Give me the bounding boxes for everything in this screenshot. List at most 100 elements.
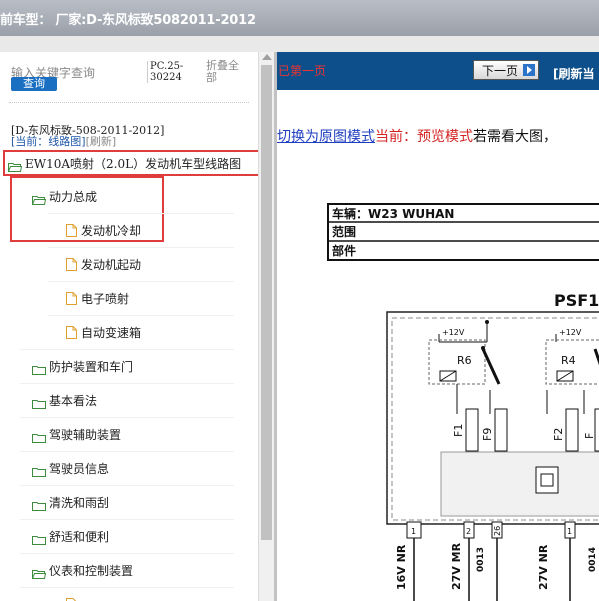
fuse-f2-label: F2 (552, 428, 565, 441)
wire-label-16v: 16V NR (395, 544, 408, 590)
folder-icon (32, 532, 46, 545)
tree-item-automatic-transmission[interactable]: 自动变速箱 (66, 323, 141, 341)
document-icon (66, 326, 77, 339)
folder-icon (32, 464, 46, 477)
refresh-link[interactable]: [刷新] (86, 135, 117, 148)
tree-item-driver-info[interactable]: 驾驶员信息 (32, 459, 109, 477)
mode-hint: 若需看大图， (473, 129, 557, 145)
tree-item-driver-assist[interactable]: 驾驶辅助装置 (32, 425, 121, 443)
separator (9, 102, 249, 103)
scroll-up-arrow-icon[interactable] (262, 54, 272, 60)
wires: 16V NR 27V MR 0013 27V NR 0014 (395, 538, 598, 601)
tree-root-label: EW10A喷射（2.0L）发动机车型线路图 (25, 156, 242, 171)
content-toolbar: 已第一页 下一页 [刷新当 (277, 52, 599, 90)
tree-item-engine-start[interactable]: 发动机起动 (66, 255, 141, 273)
tree-item-cut-off (66, 595, 81, 601)
tree-item-label: 发动机冷却 (81, 223, 142, 238)
folder-open-icon (7, 159, 23, 172)
relay-r4-label: R4 (561, 354, 576, 367)
tree-item-wash-wipe[interactable]: 清洗和雨刮 (32, 493, 109, 511)
tree-item-label: 自动变速箱 (81, 325, 142, 340)
current-mode-label: 当前：预览模式 (375, 129, 473, 145)
current-view-line: [当前：线路图][刷新] (11, 133, 116, 149)
switch-original-mode-link[interactable]: 切换为原图模式 (277, 129, 375, 145)
wire-label-27v-mr: 27V MR (450, 542, 463, 590)
sidebar-scrollbar[interactable] (258, 52, 275, 601)
mode-line: 切换为原图模式当前：预览模式若需看大图， (277, 126, 557, 146)
row-divider (20, 485, 234, 486)
vehicle-label: 车辆：W23 WUHAN (332, 206, 454, 221)
content-pane: 已第一页 下一页 [刷新当 切换为原图模式当前：预览模式若需看大图， 车辆：W2… (277, 52, 599, 601)
document-icon (66, 292, 77, 305)
svg-text:+12V: +12V (559, 328, 582, 337)
fuse-f1-label: F1 (452, 424, 465, 437)
tree-item-label: 发动机起动 (81, 257, 142, 272)
svg-text:1: 1 (411, 527, 416, 536)
document-icon (66, 224, 77, 237)
svg-text:1: 1 (567, 527, 572, 536)
search-button[interactable]: 查询 (11, 77, 57, 91)
tree-item-label: 仪表和控制装置 (49, 563, 134, 578)
tree-item-label: 基本看法 (49, 393, 98, 408)
refresh-current-link[interactable]: [刷新当 (553, 65, 595, 82)
svg-text:+12V: +12V (442, 328, 465, 337)
scroll-thumb[interactable] (261, 65, 272, 540)
tree-item-basics[interactable]: 基本看法 (32, 391, 97, 409)
pc-code: PC.25-30224 (147, 61, 198, 83)
folder-icon (32, 396, 46, 409)
folder-icon (32, 362, 46, 375)
current-vehicle-title: 前车型： 厂家:D-东风标致5082011-2012 (0, 13, 256, 28)
row-divider (48, 315, 234, 316)
tree-item-label: 驾驶员信息 (49, 461, 110, 476)
next-page-button[interactable]: 下一页 (473, 60, 539, 80)
wiring-diagram[interactable]: 车辆：W23 WUHAN 范围 部件 PSF1 +12V R6 +12V R4 … (277, 162, 599, 601)
row-divider (48, 213, 234, 214)
fuse-f9-label: F9 (481, 428, 494, 441)
row-divider (20, 553, 234, 554)
range-label: 范围 (332, 224, 356, 239)
next-page-label: 下一页 (482, 64, 519, 78)
header-gap (0, 36, 599, 52)
tree-root-item[interactable]: EW10A喷射（2.0L）发动机车型线路图 (7, 154, 242, 172)
first-page-label: 已第一页 (278, 64, 327, 78)
diagram-header-table: 车辆：W23 WUHAN 范围 部件 (327, 203, 599, 261)
folder-icon (32, 498, 46, 511)
wire-label-27v-nr: 27V NR (537, 544, 550, 590)
row-divider (20, 417, 234, 418)
row-divider (20, 451, 234, 452)
row-divider (48, 247, 234, 248)
wire-code-0013: 0013 (476, 547, 486, 572)
sidebar: 输入关键字查询 查询 PC.25-30224 折叠全部 [D-东风标致-508-… (0, 52, 258, 601)
tree-item-label: 驾驶辅助装置 (49, 427, 122, 442)
chip-icon (535, 466, 559, 494)
tree-item-engine-cooling[interactable]: 发动机冷却 (66, 221, 141, 239)
folder-open-icon (31, 192, 47, 205)
folder-open-icon (31, 566, 47, 579)
next-arrow-icon (523, 64, 535, 76)
row-divider (20, 519, 234, 520)
row-divider (20, 587, 234, 588)
current-prefix: [当前： (11, 135, 49, 148)
tree-item-electronic-injection[interactable]: 电子喷射 (66, 289, 129, 307)
svg-text:26: 26 (493, 526, 502, 536)
tree-item-instruments[interactable]: 仪表和控制装置 (31, 561, 134, 579)
tree-item-label: 电子喷射 (81, 291, 130, 306)
tree-item-label: 舒适和便利 (49, 529, 110, 544)
control-module (440, 451, 599, 517)
row-divider (48, 281, 234, 282)
tree-item-label: 防护装置和车门 (49, 359, 134, 374)
title-bar: 前车型： 厂家:D-东风标致5082011-2012 (0, 0, 599, 36)
collapse-all-link[interactable]: 折叠全部 (206, 60, 246, 84)
current-view-link[interactable]: 线路图 (48, 135, 81, 148)
part-label: 部件 (332, 243, 356, 258)
tree-item-protection-doors[interactable]: 防护装置和车门 (32, 357, 133, 375)
svg-text:2: 2 (466, 527, 471, 536)
folder-icon (32, 430, 46, 443)
tree-item-comfort[interactable]: 舒适和便利 (32, 527, 109, 545)
relay-r6-label: R6 (457, 354, 472, 367)
tree-item-label: 清洗和雨刮 (49, 495, 110, 510)
tree-item-label: 动力总成 (49, 189, 98, 204)
box-title: PSF1 (554, 291, 599, 310)
tree-item-powertrain[interactable]: 动力总成 (31, 187, 98, 205)
fuse-f-label: F (583, 433, 596, 439)
